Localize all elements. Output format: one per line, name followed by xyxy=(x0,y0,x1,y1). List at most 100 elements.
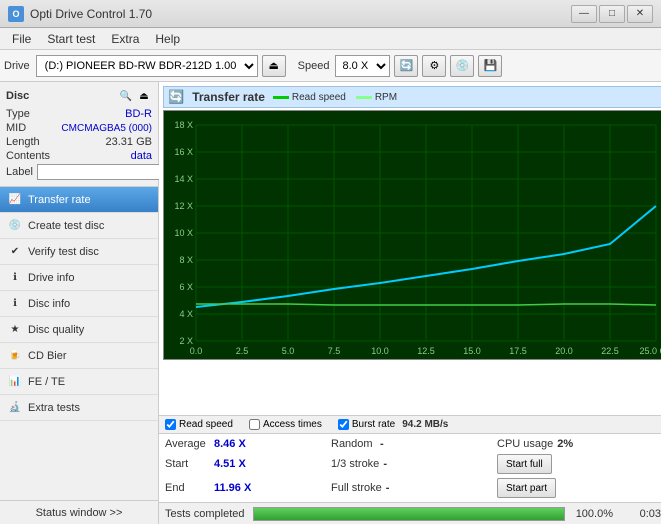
drive-select[interactable]: (D:) PIONEER BD-RW BDR-212D 1.00 xyxy=(36,55,258,77)
nav-transfer-rate-label: Transfer rate xyxy=(28,194,91,206)
burst-rate-checkbox[interactable] xyxy=(338,419,349,430)
cd-bier-icon: 🍺 xyxy=(8,349,22,363)
disc-title: Disc xyxy=(6,90,29,102)
save-button[interactable]: 💾 xyxy=(478,55,502,77)
drive-info-icon: ℹ xyxy=(8,271,22,285)
full-stroke-label: Full stroke xyxy=(331,482,382,494)
settings-button[interactable]: ⚙ xyxy=(422,55,446,77)
fe-te-icon: 📊 xyxy=(8,375,22,389)
disc-length-row: Length 23.31 GB xyxy=(6,136,152,148)
burst-rate-checkbox-group: Burst rate 94.2 MB/s xyxy=(338,419,449,430)
svg-text:2 X: 2 X xyxy=(179,336,193,346)
nav-disc-quality-label: Disc quality xyxy=(28,324,84,336)
disc-info-icon: ℹ xyxy=(8,297,22,311)
disc-label-row: Label 🔍 xyxy=(6,164,152,180)
nav-drive-info[interactable]: ℹ Drive info xyxy=(0,265,158,291)
cpu-label: CPU usage xyxy=(497,438,553,450)
stroke-1-3-stat-row: 1/3 stroke - xyxy=(331,453,495,475)
start-full-button[interactable]: Start full xyxy=(497,454,552,474)
svg-text:5.0: 5.0 xyxy=(282,346,295,356)
speed-select[interactable]: 8.0 X xyxy=(335,55,390,77)
nav-transfer-rate[interactable]: 📈 Transfer rate xyxy=(0,187,158,213)
status-text: Tests completed xyxy=(165,508,245,520)
cpu-value: 2% xyxy=(557,438,573,450)
menu-file[interactable]: File xyxy=(4,30,39,48)
read-speed-checkbox[interactable] xyxy=(165,419,176,430)
nav-create-test-disc-label: Create test disc xyxy=(28,220,104,232)
disc-button[interactable]: 💿 xyxy=(450,55,474,77)
save-icon: 💾 xyxy=(484,59,498,72)
nav-fe-te-label: FE / TE xyxy=(28,376,65,388)
read-speed-checkbox-group: Read speed xyxy=(165,419,233,430)
nav-extra-tests[interactable]: 🔬 Extra tests xyxy=(0,395,158,421)
end-value: 11.96 X xyxy=(214,482,251,494)
disc-icon: 💿 xyxy=(456,59,470,72)
chart-container: 🔄 Transfer rate Read speed RPM xyxy=(159,82,661,415)
svg-text:17.5: 17.5 xyxy=(509,346,527,356)
random-stat-row: Random - xyxy=(331,437,495,451)
svg-text:6 X: 6 X xyxy=(179,282,193,292)
mid-label: MID xyxy=(6,122,26,134)
legend-rpm: RPM xyxy=(356,92,397,103)
svg-text:14 X: 14 X xyxy=(174,174,193,184)
nav-fe-te[interactable]: 📊 FE / TE xyxy=(0,369,158,395)
svg-text:22.5: 22.5 xyxy=(601,346,619,356)
average-stat-row: Average 8.46 X xyxy=(165,437,329,451)
nav-disc-info-label: Disc info xyxy=(28,298,70,310)
minimize-button[interactable]: — xyxy=(571,5,597,23)
cpu-stat-row: CPU usage 2% xyxy=(497,437,661,451)
end-label: End xyxy=(165,482,210,494)
svg-text:12.5: 12.5 xyxy=(417,346,435,356)
read-speed-checkbox-label[interactable]: Read speed xyxy=(179,419,233,430)
window-controls: — □ ✕ xyxy=(571,5,653,23)
settings-icon: ⚙ xyxy=(430,59,440,72)
refresh-button[interactable]: 🔄 xyxy=(394,55,418,77)
menu-extra[interactable]: Extra xyxy=(103,30,147,48)
access-times-checkbox-group: Access times xyxy=(249,419,322,430)
average-label: Average xyxy=(165,438,210,450)
disc-info-icon-btn[interactable]: 🔍 xyxy=(118,88,134,104)
contents-label: Contents xyxy=(6,150,50,162)
nav-create-test-disc[interactable]: 💿 Create test disc xyxy=(0,213,158,239)
end-stat-row: End 11.96 X xyxy=(165,477,329,499)
main-layout: Disc 🔍 ⏏ Type BD-R MID CMCMAGBA5 (000) L… xyxy=(0,82,661,524)
svg-text:15.0: 15.0 xyxy=(463,346,481,356)
nav-disc-info[interactable]: ℹ Disc info xyxy=(0,291,158,317)
svg-text:10.0: 10.0 xyxy=(371,346,389,356)
nav-drive-info-label: Drive info xyxy=(28,272,74,284)
type-value: BD-R xyxy=(125,108,152,120)
menu-start-test[interactable]: Start test xyxy=(39,30,103,48)
nav-verify-test-disc[interactable]: ✔ Verify test disc xyxy=(0,239,158,265)
transfer-rate-icon: 📈 xyxy=(8,193,22,207)
access-times-checkbox-label[interactable]: Access times xyxy=(263,419,322,430)
eject-button[interactable]: ⏏ xyxy=(262,55,286,77)
menu-help[interactable]: Help xyxy=(147,30,188,48)
svg-text:18 X: 18 X xyxy=(174,120,193,130)
disc-mid-row: MID CMCMAGBA5 (000) xyxy=(6,122,152,134)
label-input[interactable] xyxy=(37,164,175,180)
svg-text:7.5: 7.5 xyxy=(328,346,341,356)
verify-test-disc-icon: ✔ xyxy=(8,245,22,259)
start-stat-row: Start 4.51 X xyxy=(165,453,329,475)
maximize-button[interactable]: □ xyxy=(599,5,625,23)
chart-header: 🔄 Transfer rate Read speed RPM xyxy=(163,86,661,108)
svg-text:0.0: 0.0 xyxy=(190,346,203,356)
legend-rpm-color xyxy=(356,96,372,99)
legend-read-speed-color xyxy=(273,96,289,99)
nav-disc-quality[interactable]: ★ Disc quality xyxy=(0,317,158,343)
full-stroke-value: - xyxy=(386,482,390,494)
chart-svg: 18 X 16 X 14 X 12 X 10 X 8 X 6 X 4 X 2 X… xyxy=(164,111,661,359)
disc-type-row: Type BD-R xyxy=(6,108,152,120)
access-times-checkbox[interactable] xyxy=(249,419,260,430)
app-title: Opti Drive Control 1.70 xyxy=(30,7,571,21)
burst-rate-value: 94.2 MB/s xyxy=(402,419,448,430)
status-window-button[interactable]: Status window >> xyxy=(0,500,158,524)
start-part-button[interactable]: Start part xyxy=(497,478,556,498)
svg-text:8 X: 8 X xyxy=(179,255,193,265)
burst-rate-checkbox-label[interactable]: Burst rate xyxy=(352,419,395,430)
close-button[interactable]: ✕ xyxy=(627,5,653,23)
nav-cd-bier[interactable]: 🍺 CD Bier xyxy=(0,343,158,369)
chart-controls: Read speed Access times Burst rate 94.2 … xyxy=(159,415,661,433)
content-area: 🔄 Transfer rate Read speed RPM xyxy=(159,82,661,524)
disc-eject-icon-btn[interactable]: ⏏ xyxy=(136,88,152,104)
